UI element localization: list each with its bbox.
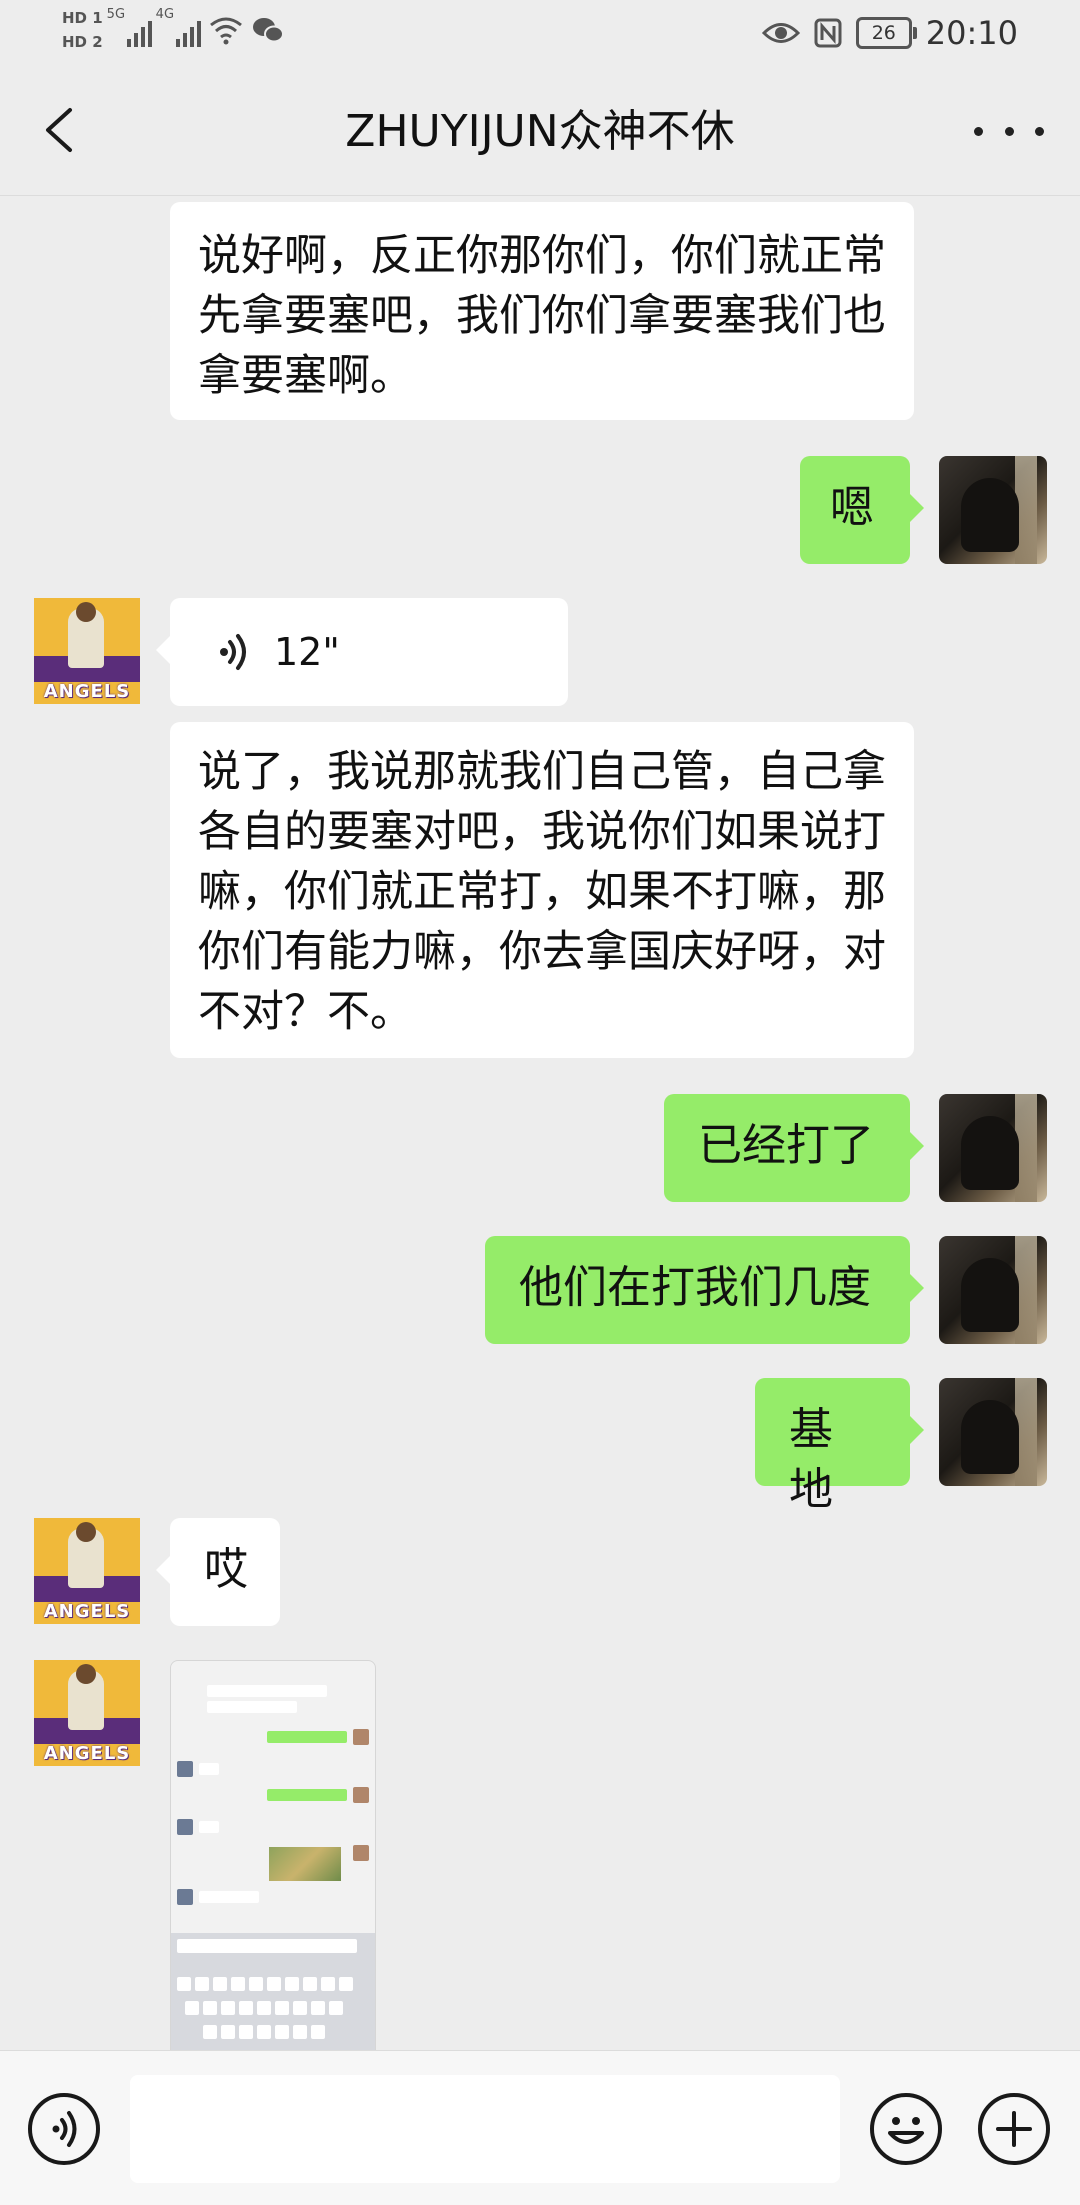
message-bubble-sent[interactable]: 基地 [755,1378,924,1515]
avatar-label: ANGELS [43,681,131,702]
message-bubble-sent[interactable]: 已经打了 [664,1094,924,1202]
image-message-thumbnail[interactable] [170,1660,376,2062]
message-text: 已经打了 [698,1120,874,1171]
message-text: 说了，我说那就我们自己管，自己拿各自的要塞对吧，我说你们如果说打嘛，你们就正常打… [198,747,886,1037]
message-list[interactable]: 说好啊，反正你那你们，你们就正常先拿要塞吧，我们你们拿要塞我们也拿要塞啊。 嗯 … [0,196,1080,2050]
wechat-icon [252,18,284,43]
contact-avatar[interactable]: ANGELS [34,1518,140,1624]
my-avatar[interactable] [939,1378,1047,1486]
avatar-label: ANGELS [43,1743,131,1764]
nfc-icon [814,18,842,48]
status-bar: HD 1 HD 2 5G 4G 26 20:10 [0,0,1080,70]
chat-title: ZHUYIJUN众神不休 [345,106,735,157]
clock: 20:10 [925,14,1018,52]
eye-icon [761,23,800,43]
message-text: 嗯 [830,482,874,533]
signal-5g-icon: 5G [107,7,152,47]
message-bubble-received[interactable]: 说了，我说那就我们自己管，自己拿各自的要塞对吧，我说你们如果说打嘛，你们就正常打… [170,722,914,1058]
hd-indicator: HD 1 HD 2 [62,8,103,52]
contact-avatar[interactable]: ANGELS [34,1660,140,1766]
my-avatar[interactable] [939,1236,1047,1344]
network-5g-label: 5G [106,7,126,22]
message-input[interactable] [130,2075,840,2183]
input-bar [0,2050,1080,2205]
message-bubble-received[interactable]: 说好啊，反正你那你们，你们就正常先拿要塞吧，我们你们拿要塞我们也拿要塞啊。 [170,202,914,420]
message-text: 说好啊，反正你那你们，你们就正常先拿要塞吧，我们你们拿要塞我们也拿要塞啊。 [198,231,886,401]
chat-header: ZHUYIJUN众神不休 [0,70,1080,196]
voice-message-bubble[interactable]: 12" [156,598,568,706]
voice-input-icon[interactable] [28,2093,100,2165]
message-text: 他们在打我们几度 [519,1262,871,1313]
signal-4g-icon: 4G [156,7,201,47]
hd2-label: HD 2 [62,32,103,52]
plus-icon[interactable] [978,2093,1050,2165]
message-text: 基地 [789,1404,833,1515]
my-avatar[interactable] [939,1094,1047,1202]
message-bubble-sent[interactable]: 他们在打我们几度 [485,1236,924,1344]
more-options-icon[interactable] [974,116,1044,146]
emoji-icon[interactable] [870,2093,942,2165]
message-text: 哎 [204,1544,248,1595]
voice-duration: 12" [274,630,340,674]
wifi-icon [209,17,242,45]
avatar-label: ANGELS [43,1601,131,1622]
message-bubble-sent[interactable]: 嗯 [800,456,924,564]
battery-level: 26 [871,22,896,44]
battery-icon: 26 [855,17,917,49]
contact-avatar[interactable]: ANGELS [34,598,140,704]
voice-wave-icon [220,634,246,670]
my-avatar[interactable] [939,456,1047,564]
hd1-label: HD 1 [62,8,103,28]
message-bubble-received[interactable]: 哎 [156,1518,280,1626]
network-4g-label: 4G [155,7,175,22]
